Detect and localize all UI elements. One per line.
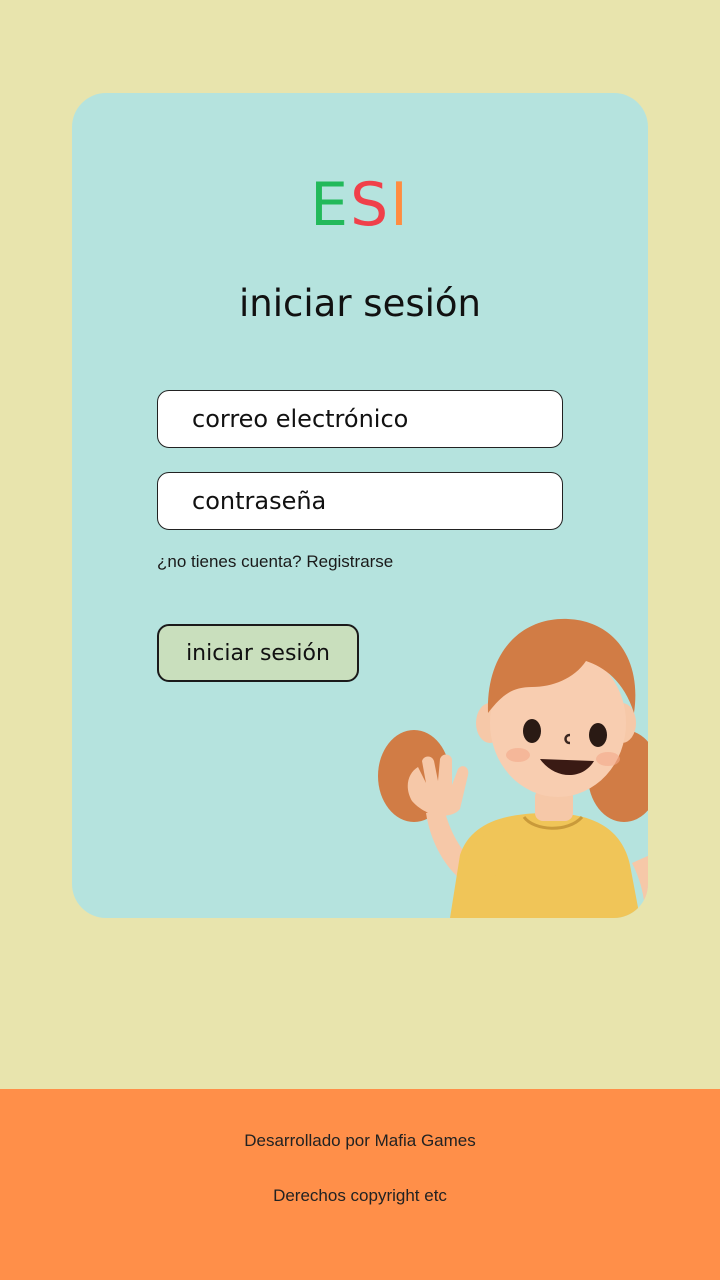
password-field[interactable]	[158, 473, 562, 529]
email-field-box	[157, 390, 563, 448]
register-question: ¿no tienes cuenta?	[157, 552, 302, 571]
login-button[interactable]: iniciar sesión	[157, 624, 359, 682]
page-title: iniciar sesión	[239, 282, 481, 325]
footer-copyright: Derechos copyright etc	[273, 1186, 447, 1205]
login-card: ESI iniciar sesión ¿no tienes cuenta? Re…	[72, 93, 648, 918]
logo-letter-i: I	[390, 170, 410, 240]
footer-developer-credit: Desarrollado por Mafia Games	[244, 1131, 476, 1150]
footer: Desarrollado por Mafia Games Derechos co…	[0, 1089, 720, 1280]
app-logo: ESI	[72, 175, 648, 235]
email-field[interactable]	[158, 391, 562, 447]
waving-girl-illustration	[378, 618, 648, 918]
logo-letter-s: S	[350, 170, 391, 240]
logo-letter-e: E	[310, 170, 351, 240]
password-field-box	[157, 472, 563, 530]
